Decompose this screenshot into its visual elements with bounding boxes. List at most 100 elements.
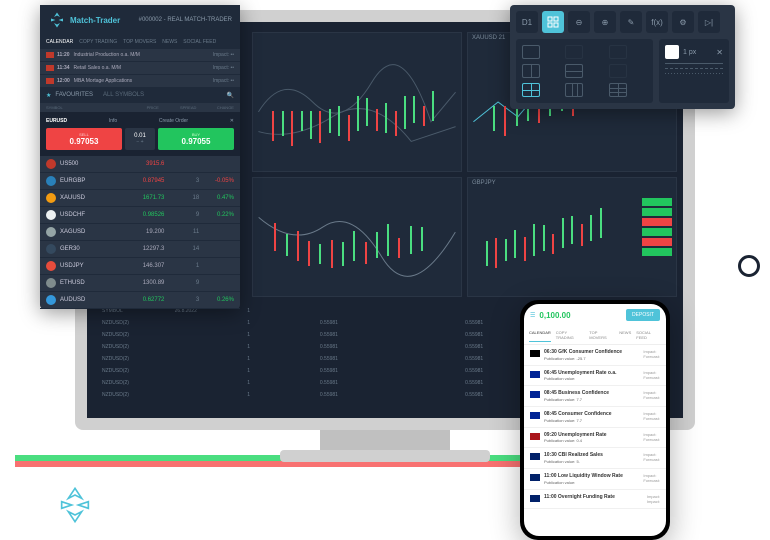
symbol-price: 1671.73 [130, 195, 165, 201]
line-width-label[interactable]: 1 px [683, 49, 696, 56]
settings-button[interactable]: ⚙ [672, 11, 694, 33]
chart-panel-3[interactable] [252, 177, 462, 297]
phone-tab-copy[interactable]: COPY TRADING [556, 328, 585, 342]
flag-icon [46, 65, 54, 71]
lot-stepper[interactable]: 0.01 − + [125, 128, 155, 150]
phone-tab-calendar[interactable]: CALENDAR [529, 328, 551, 342]
symbol-name: USDCHF [60, 212, 130, 218]
symbol-icon [46, 227, 56, 237]
layout-opt-6[interactable] [609, 64, 627, 78]
symbol-row[interactable]: USDJPY146.3071 [40, 258, 240, 275]
buy-button[interactable]: BUY 0.97055 [158, 128, 234, 150]
tab-calendar[interactable]: CALENDAR [46, 39, 73, 45]
col-symbol: SYMBOL [46, 105, 121, 110]
news-row[interactable]: 11:20Industrial Production o.a. M/MImpac… [40, 49, 240, 62]
calendar-item[interactable]: 08:45 Consumer ConfidencePublication val… [524, 407, 666, 428]
phone-tabs: CALENDAR COPY TRADING TOP MOVERS NEWS SO… [524, 326, 666, 345]
line-preview-solid[interactable] [665, 63, 723, 64]
symbol-price: 1300.89 [130, 280, 165, 286]
symbol-row[interactable]: EURGBP0.879453-0.05% [40, 173, 240, 190]
layout-opt-2[interactable] [565, 45, 583, 59]
tab-social[interactable]: SOCIAL FEED [183, 39, 216, 45]
close-icon[interactable]: ✕ [230, 118, 234, 124]
symbol-spread: 14 [164, 246, 199, 252]
calendar-impact: Impact:Forecast: [643, 432, 660, 444]
logo-icon [48, 11, 66, 29]
symbol-row[interactable]: XAUUSD1671.73180.47% [40, 190, 240, 207]
calendar-impact: Impact:Impact: [647, 494, 660, 504]
symbol-row[interactable]: US5003915.6 [40, 156, 240, 173]
symbol-icon [46, 278, 56, 288]
mobile-phone: ☰ 0,100.00 DEPOSIT CALENDAR COPY TRADING… [520, 300, 670, 540]
news-title: Industrial Production o.a. M/M [74, 52, 140, 58]
phone-menu-icon[interactable]: ☰ [530, 312, 535, 319]
symbol-icon [46, 210, 56, 220]
close-style-icon[interactable]: ✕ [716, 48, 723, 57]
calendar-item[interactable]: 06:30 GfK Consumer ConfidencePublication… [524, 345, 666, 366]
sell-button[interactable]: SELL 0.97053 [46, 128, 122, 150]
color-swatch[interactable] [665, 45, 679, 59]
symbol-row[interactable]: AUDUSD0.6277230.26% [40, 292, 240, 309]
draw-button[interactable]: ✎ [620, 11, 642, 33]
star-icon: ★ [46, 92, 51, 99]
calendar-item[interactable]: 11:00 Overnight Funding RateImpact:Impac… [524, 490, 666, 509]
symbol-row[interactable]: ETHUSD1300.899 [40, 275, 240, 292]
symbol-icon [46, 295, 56, 305]
symbol-row[interactable]: GER3012297.314 [40, 241, 240, 258]
tab-news[interactable]: NEWS [162, 39, 177, 45]
deposit-button[interactable]: DEPOSIT [626, 309, 660, 321]
layout-opt-8[interactable] [565, 83, 583, 97]
calendar-item[interactable]: 06:45 Unemployment Rate o.a.Publication … [524, 366, 666, 387]
symbol-spread: 1 [164, 263, 199, 269]
indicators-button[interactable]: f(x) [646, 11, 668, 33]
favourites-label[interactable]: FAVOURITES [55, 92, 93, 99]
symbol-change: 0.47% [199, 195, 234, 201]
news-time: 11:34 [57, 65, 70, 71]
zoom-in-button[interactable]: ⊕ [594, 11, 616, 33]
line-preview-dotted[interactable] [665, 73, 723, 74]
account-label[interactable]: #000002 - REAL MATCH-TRADER [139, 17, 232, 23]
phone-tab-news[interactable]: NEWS [619, 328, 631, 342]
layout-button[interactable] [542, 11, 564, 33]
chart-panel-1[interactable] [252, 32, 462, 172]
symbol-row[interactable]: XAGUSD19.20011 [40, 224, 240, 241]
symbol-name: GER30 [60, 246, 130, 252]
layout-opt-1[interactable] [522, 45, 540, 59]
create-order-link[interactable]: Create Order [159, 118, 188, 124]
calendar-item[interactable]: 09:20 Unemployment RatePublication value… [524, 428, 666, 449]
news-row[interactable]: 11:34Retail Sales o.a. M/MImpact: •• [40, 62, 240, 75]
search-icon[interactable]: 🔍 [227, 92, 234, 99]
news-row[interactable]: 12:00MBA Mortage ApplicationsImpact: •• [40, 75, 240, 88]
symbol-name: XAUUSD [60, 195, 130, 201]
flag-icon [530, 453, 540, 460]
phone-tab-social[interactable]: SOCIAL FEED [636, 328, 661, 342]
info-link[interactable]: Info [109, 118, 117, 124]
all-symbols-label[interactable]: ALL SYMBOLS [103, 92, 144, 99]
phone-calendar-list[interactable]: 06:30 GfK Consumer ConfidencePublication… [524, 345, 666, 536]
calendar-item[interactable]: 10:30 CBI Realized SalesPublication valu… [524, 448, 666, 469]
layout-opt-4[interactable] [522, 64, 540, 78]
calendar-text: 08:45 Consumer ConfidencePublication val… [544, 411, 639, 423]
monitor-stand [320, 430, 450, 450]
calendar-text: 08:45 Business ConfidencePublication val… [544, 390, 639, 402]
flag-icon [46, 52, 54, 58]
zoom-out-button[interactable]: ⊖ [568, 11, 590, 33]
symbol-spread: 18 [164, 195, 199, 201]
layout-opt-9[interactable] [609, 83, 627, 97]
layout-opt-7[interactable] [522, 83, 540, 97]
timeframe-d1-button[interactable]: D1 [516, 11, 538, 33]
chart-toolbar: D1 ⊖ ⊕ ✎ f(x) ⚙ ▷| 1 px ✕ [510, 5, 735, 109]
calendar-item[interactable]: 11:00 Low Liquidity Window RatePublicati… [524, 469, 666, 490]
symbol-row[interactable]: USDCHF0.9852690.22% [40, 207, 240, 224]
next-button[interactable]: ▷| [698, 11, 720, 33]
calendar-item[interactable]: 08:45 Business ConfidencePublication val… [524, 386, 666, 407]
tab-top-movers[interactable]: TOP MOVERS [123, 39, 156, 45]
symbol-price: 12297.3 [130, 246, 165, 252]
tab-copy-trading[interactable]: COPY TRADING [79, 39, 117, 45]
line-preview-dashed[interactable] [665, 68, 723, 69]
calendar-impact: Impact:Forecast: [643, 473, 660, 485]
chart-panel-4[interactable]: GBPJPY [467, 177, 677, 297]
phone-tab-movers[interactable]: TOP MOVERS [589, 328, 614, 342]
layout-opt-3[interactable] [609, 45, 627, 59]
layout-opt-5[interactable] [565, 64, 583, 78]
